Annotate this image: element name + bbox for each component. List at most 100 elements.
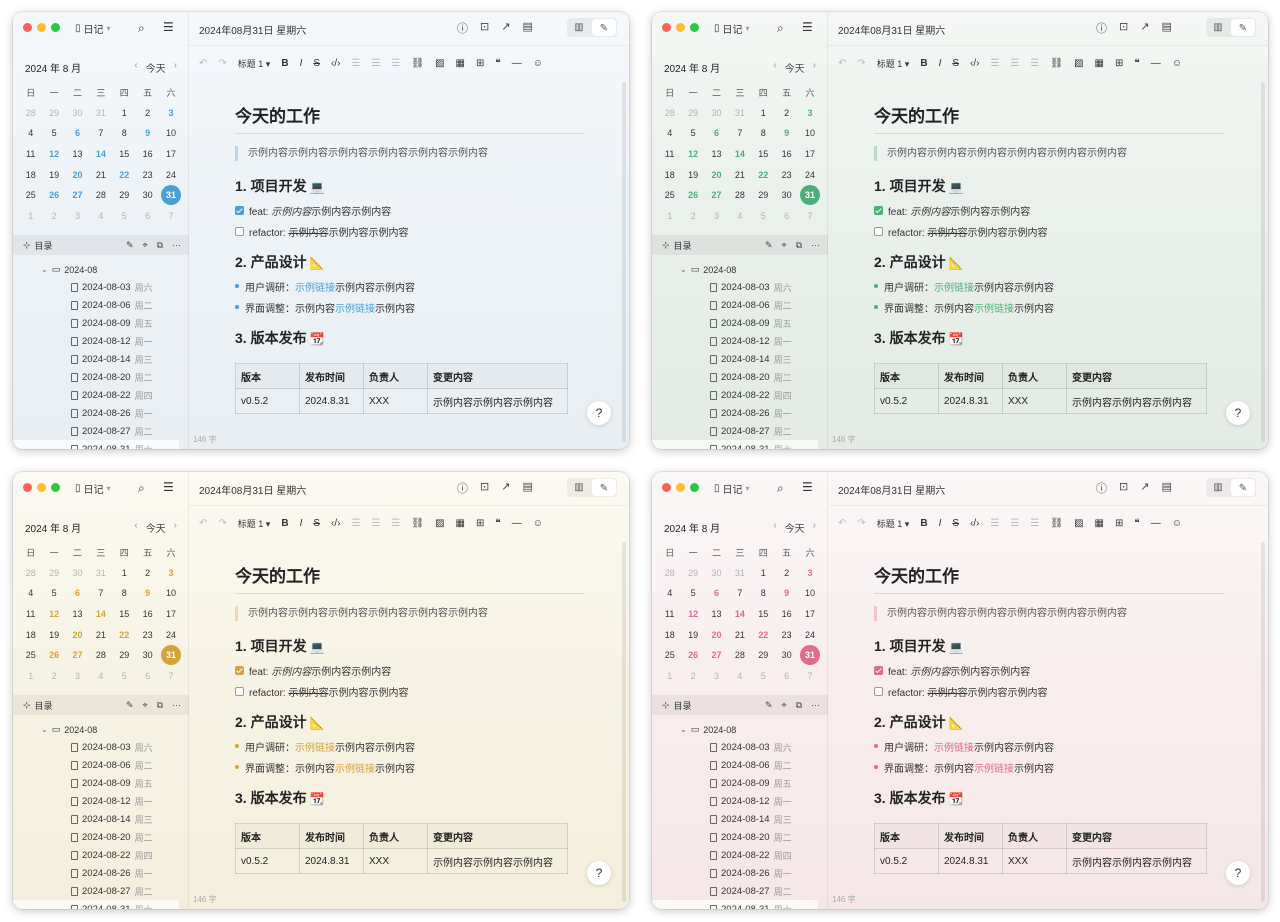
table-header-cell[interactable]: 负责人 bbox=[363, 363, 428, 389]
tree-item[interactable]: 2024-08-12 周一 bbox=[13, 332, 189, 350]
task-list-icon[interactable]: ☰ bbox=[1030, 518, 1039, 529]
heading-selector[interactable]: 标题 1 ▾ bbox=[238, 57, 271, 70]
calendar-day[interactable]: 7 bbox=[89, 588, 112, 598]
calendar-day[interactable]: 2 bbox=[681, 211, 704, 221]
table-header-cell[interactable]: 版本 bbox=[874, 823, 939, 849]
calendar-day[interactable]: 5 bbox=[681, 128, 704, 138]
calendar-day-selected[interactable]: 31 bbox=[159, 185, 182, 206]
zoom-window-button[interactable] bbox=[51, 483, 60, 492]
calendar-day[interactable]: 15 bbox=[752, 149, 775, 159]
calendar-day[interactable]: 29 bbox=[42, 108, 65, 118]
zoom-window-button[interactable] bbox=[51, 23, 60, 32]
table-cell[interactable]: XXX bbox=[1002, 388, 1067, 414]
table-cell[interactable]: 2024.8.31 bbox=[299, 848, 364, 874]
tree-item[interactable]: 2024-08-31 周六 bbox=[13, 900, 179, 909]
calendar-day[interactable]: 12 bbox=[42, 149, 65, 159]
calendar-day[interactable]: 14 bbox=[89, 149, 112, 159]
edit-mode-icon[interactable]: ✎ bbox=[1231, 19, 1255, 36]
calendar-day[interactable]: 2 bbox=[42, 671, 65, 681]
tree-item[interactable]: 2024-08-12 周一 bbox=[652, 792, 828, 810]
calendar-day[interactable]: 10 bbox=[159, 588, 182, 598]
calendar-day[interactable]: 17 bbox=[798, 149, 821, 159]
undo-icon[interactable]: ↶ bbox=[199, 518, 207, 529]
calendar-day[interactable]: 7 bbox=[798, 671, 821, 681]
calendar-day[interactable]: 9 bbox=[775, 588, 798, 598]
tree-folder[interactable]: ⌄ ▭ 2024-08 bbox=[652, 261, 828, 278]
calendar-day[interactable]: 14 bbox=[728, 149, 751, 159]
locate-icon[interactable]: ⌖ bbox=[142, 240, 147, 251]
calendar-day[interactable]: 1 bbox=[658, 671, 681, 681]
italic-icon[interactable]: I bbox=[300, 58, 303, 69]
calendar-day[interactable]: 22 bbox=[113, 630, 136, 640]
close-window-button[interactable] bbox=[23, 483, 32, 492]
undo-icon[interactable]: ↶ bbox=[838, 58, 846, 69]
table-header-cell[interactable]: 变更内容 bbox=[427, 363, 568, 389]
calendar-day[interactable]: 7 bbox=[728, 588, 751, 598]
tree-folder[interactable]: ⌄ ▭ 2024-08 bbox=[652, 721, 828, 738]
calendar-day[interactable]: 2 bbox=[136, 568, 159, 578]
next-month-icon[interactable]: › bbox=[174, 520, 177, 535]
prev-month-icon[interactable]: ‹ bbox=[773, 520, 776, 535]
outline-icon[interactable]: ▤ bbox=[1161, 20, 1171, 36]
calendar-day[interactable]: 29 bbox=[113, 190, 136, 200]
tree-item[interactable]: 2024-08-27 周二 bbox=[652, 882, 828, 900]
scrollbar[interactable] bbox=[1261, 82, 1265, 442]
scrollbar[interactable] bbox=[1261, 542, 1265, 902]
next-month-icon[interactable]: › bbox=[174, 60, 177, 75]
collapse-icon[interactable]: ⧉ bbox=[157, 700, 163, 711]
edit-mode-icon[interactable]: ✎ bbox=[592, 479, 616, 496]
calendar-day[interactable]: 30 bbox=[705, 108, 728, 118]
more-icon[interactable]: ··· bbox=[811, 700, 820, 711]
document-content[interactable]: 今天的工作 示例内容示例内容示例内容示例内容示例内容示例内容 1. 项目开发 💻 … bbox=[874, 102, 1224, 414]
zoom-window-button[interactable] bbox=[690, 483, 699, 492]
locate-icon[interactable]: ⌖ bbox=[781, 240, 786, 251]
table-cell[interactable]: 2024.8.31 bbox=[938, 388, 1003, 414]
calendar-day[interactable]: 4 bbox=[658, 128, 681, 138]
image-icon[interactable]: ▨ bbox=[1074, 58, 1083, 69]
outline-icon[interactable]: ▤ bbox=[522, 480, 532, 496]
divider-icon[interactable]: — bbox=[512, 518, 522, 529]
table-header-cell[interactable]: 变更内容 bbox=[1066, 363, 1207, 389]
calendar-day[interactable]: 9 bbox=[775, 128, 798, 138]
calendar-day[interactable]: 4 bbox=[19, 588, 42, 598]
codeblock-icon[interactable]: ⊞ bbox=[1115, 58, 1123, 69]
calendar-day[interactable]: 26 bbox=[42, 190, 65, 200]
calendar-day[interactable]: 6 bbox=[775, 671, 798, 681]
quote-icon[interactable]: ❝ bbox=[495, 58, 500, 69]
calendar-day[interactable]: 29 bbox=[681, 108, 704, 118]
table-icon[interactable]: ▦ bbox=[456, 518, 465, 529]
codeblock-icon[interactable]: ⊞ bbox=[1115, 518, 1123, 529]
calendar-day[interactable]: 10 bbox=[798, 588, 821, 598]
calendar-day[interactable]: 21 bbox=[89, 170, 112, 180]
image-icon[interactable]: ▨ bbox=[435, 58, 444, 69]
calendar-day[interactable]: 1 bbox=[752, 108, 775, 118]
tree-item[interactable]: 2024-08-20 周二 bbox=[652, 368, 828, 386]
ordered-list-icon[interactable]: ☰ bbox=[371, 518, 380, 529]
export-icon[interactable]: ↗ bbox=[501, 480, 510, 496]
strikethrough-icon[interactable]: S bbox=[952, 58, 959, 69]
calendar-day[interactable]: 8 bbox=[113, 128, 136, 138]
calendar-day[interactable]: 5 bbox=[113, 211, 136, 221]
more-icon[interactable]: ··· bbox=[811, 240, 820, 251]
calendar-day[interactable]: 23 bbox=[136, 630, 159, 640]
table-header-cell[interactable]: 版本 bbox=[235, 823, 300, 849]
tree-item[interactable]: 2024-08-31 周六 bbox=[13, 440, 179, 449]
calendar-day[interactable]: 10 bbox=[798, 128, 821, 138]
redo-icon[interactable]: ↷ bbox=[218, 518, 226, 529]
tree-item[interactable]: 2024-08-26 周一 bbox=[652, 864, 828, 882]
calendar-day[interactable]: 24 bbox=[159, 630, 182, 640]
table-icon[interactable]: ▦ bbox=[1095, 58, 1104, 69]
present-icon[interactable]: ⊡ bbox=[1119, 480, 1128, 496]
tree-item[interactable]: 2024-08-14 周三 bbox=[13, 810, 189, 828]
edit-mode-icon[interactable]: ✎ bbox=[1231, 479, 1255, 496]
tree-item[interactable]: 2024-08-09 周五 bbox=[652, 774, 828, 792]
calendar-day[interactable]: 27 bbox=[705, 650, 728, 660]
calendar-day[interactable]: 1 bbox=[19, 211, 42, 221]
tree-item[interactable]: 2024-08-20 周二 bbox=[13, 368, 189, 386]
calendar-day[interactable]: 5 bbox=[752, 211, 775, 221]
bullet-list-icon[interactable]: ☰ bbox=[990, 58, 999, 69]
calendar-day[interactable]: 12 bbox=[42, 609, 65, 619]
tree-item[interactable]: 2024-08-09 周五 bbox=[13, 774, 189, 792]
calendar-day[interactable]: 18 bbox=[19, 630, 42, 640]
minimize-window-button[interactable] bbox=[676, 483, 685, 492]
